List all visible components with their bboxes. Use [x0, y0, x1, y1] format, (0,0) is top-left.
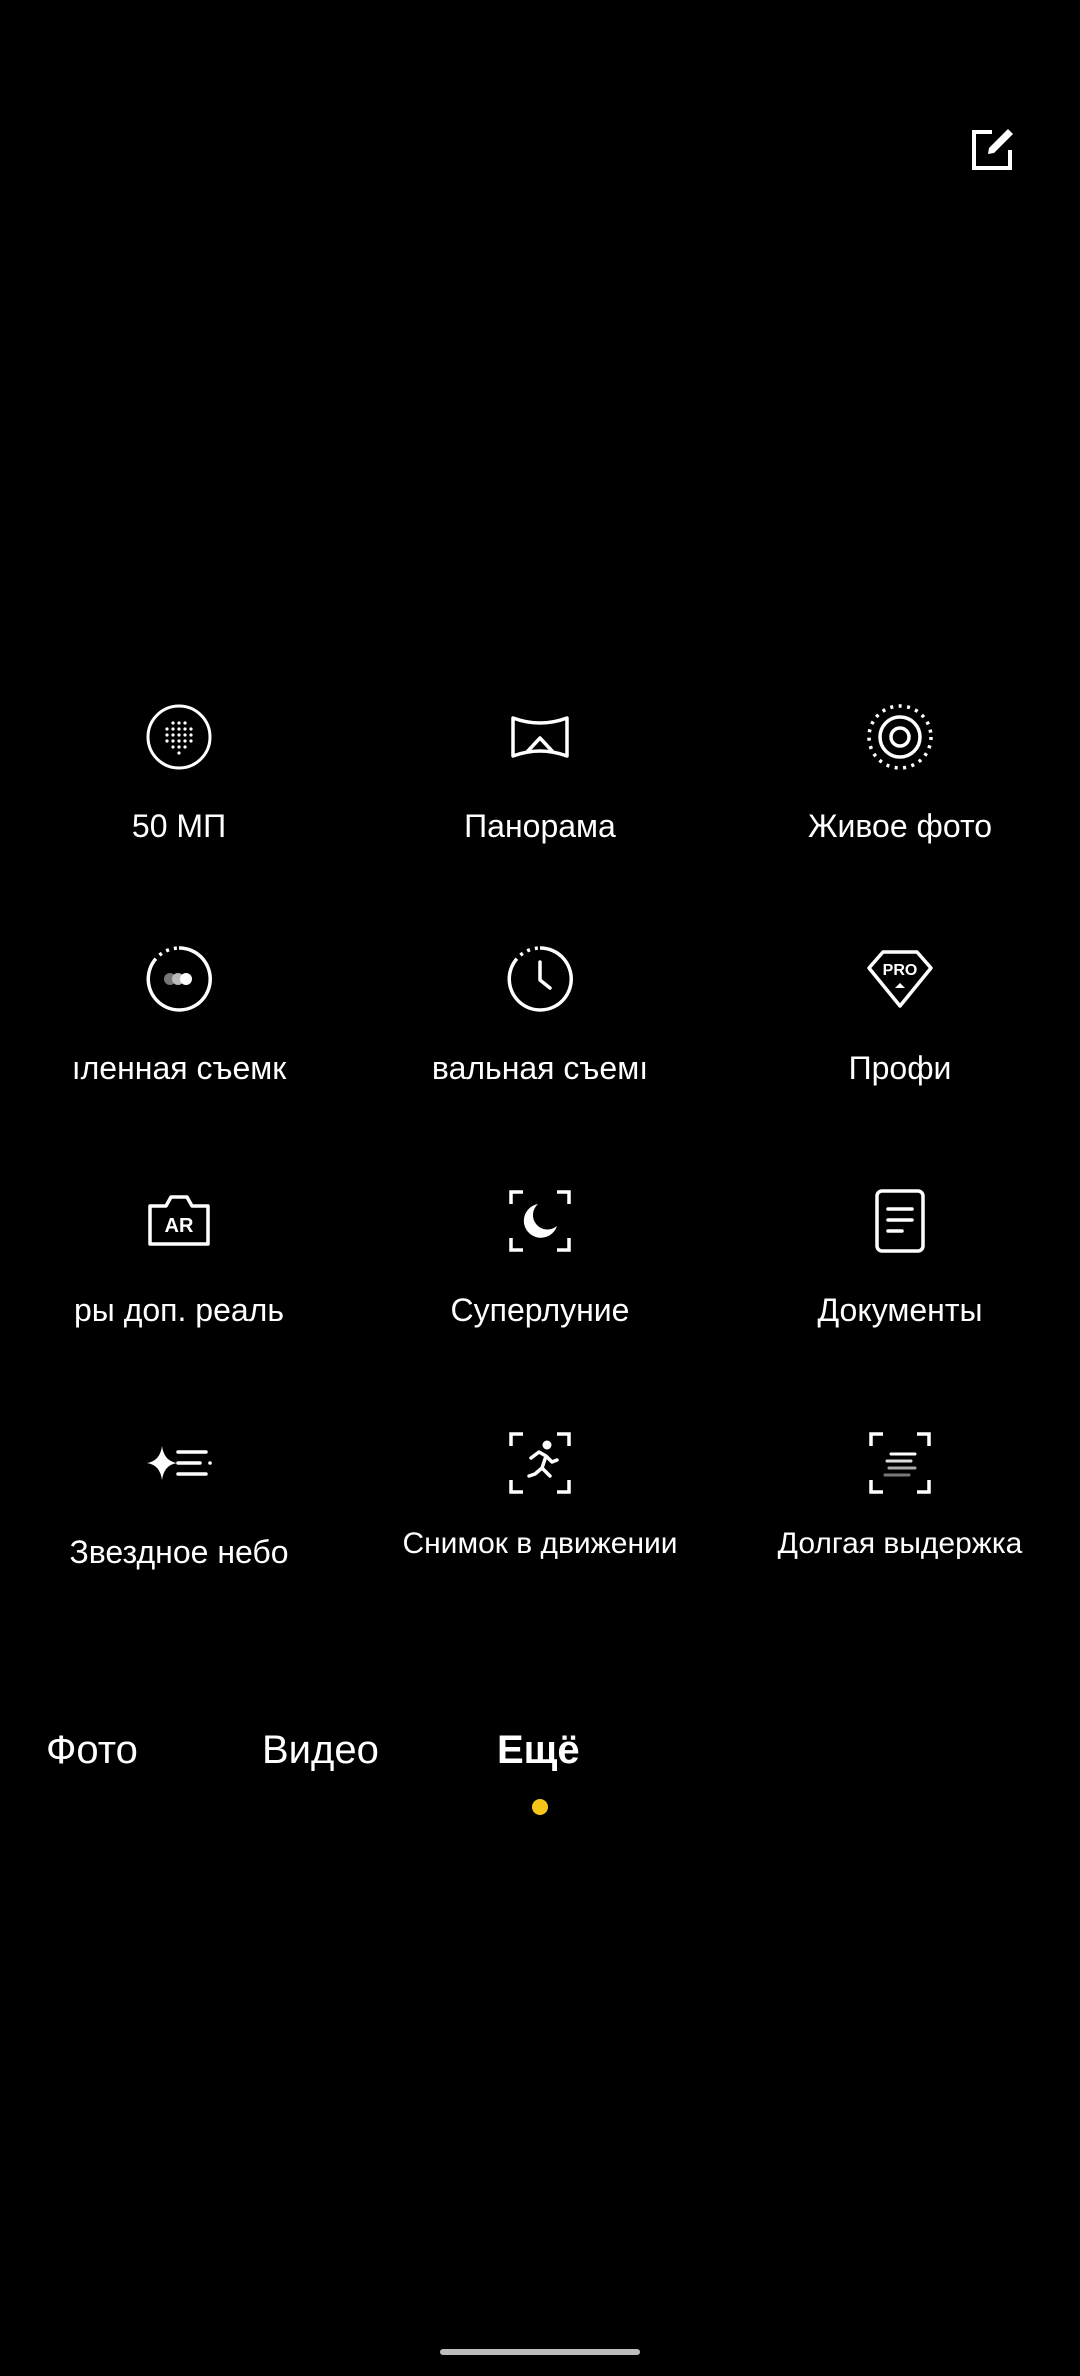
pro-icon: PRO [865, 944, 935, 1014]
mode-documents[interactable]: Документы [750, 1164, 1050, 1394]
mode-slow-motion[interactable]: ıленная съемк [29, 922, 329, 1152]
mode-motion-shot[interactable]: Снимок в движении [390, 1406, 690, 1636]
edit-modes-button[interactable] [960, 118, 1024, 182]
mode-panorama[interactable]: Панорама [390, 680, 690, 910]
mode-label: Долгая выдержка [777, 1527, 1023, 1560]
mode-time-lapse[interactable]: вальная съемı [390, 922, 690, 1152]
long-exposure-icon [865, 1428, 935, 1498]
mode-label: ры доп. реаль [74, 1292, 284, 1328]
mode-starry-sky[interactable]: Звездное небо [29, 1406, 329, 1636]
live-photo-icon [865, 702, 935, 772]
gesture-nav-handle[interactable] [440, 2349, 640, 2355]
ar-camera-icon: AR [144, 1186, 214, 1256]
mode-row: Звездное небо Снимок в движении Долгая в… [0, 1406, 1080, 1648]
mode-label: Снимок в движении [402, 1527, 678, 1560]
slow-motion-icon [144, 944, 214, 1014]
dotted-sphere-icon [144, 702, 214, 772]
mode-row: AR ры доп. реаль Суперлуние Документы [0, 1164, 1080, 1406]
mode-pro[interactable]: PRO Профи [750, 922, 1050, 1152]
super-moon-icon [505, 1186, 575, 1256]
svg-text:AR: AR [165, 1215, 194, 1237]
mode-50mp[interactable]: 50 МП [29, 680, 329, 910]
tab-video[interactable]: Видео [262, 1720, 379, 1780]
mode-label: Суперлуние [450, 1292, 630, 1328]
mode-label: Документы [817, 1292, 983, 1328]
tab-photo[interactable]: Фото [46, 1720, 138, 1780]
tab-more[interactable]: Ещё [497, 1720, 580, 1780]
active-tab-indicator [532, 1799, 548, 1815]
camera-more-modes-screen: 50 МП Панорама Живое фото ıленная съемк … [0, 0, 1080, 2376]
starry-sky-icon [144, 1428, 214, 1498]
time-lapse-icon [505, 944, 575, 1014]
mode-label: Звездное небо [69, 1534, 289, 1570]
edit-icon [972, 129, 1013, 170]
mode-label: Профи [848, 1050, 952, 1086]
mode-ar[interactable]: AR ры доп. реаль [29, 1164, 329, 1394]
mode-live-photo[interactable]: Живое фото [750, 680, 1050, 910]
panorama-icon [505, 702, 575, 772]
mode-label: Панорама [464, 808, 616, 844]
camera-mode-tabs: Фото Видео Ещё [0, 1720, 1080, 1830]
motion-shot-icon [505, 1428, 575, 1498]
mode-label: 50 МП [131, 808, 227, 844]
mode-row: ıленная съемк вальная съемı PRO Профи [0, 922, 1080, 1164]
mode-long-exposure[interactable]: Долгая выдержка [750, 1406, 1050, 1636]
mode-super-moon[interactable]: Суперлуние [390, 1164, 690, 1394]
svg-text:PRO: PRO [883, 962, 918, 979]
document-icon [865, 1186, 935, 1256]
mode-row: 50 МП Панорама Живое фото [0, 680, 1080, 922]
mode-grid: 50 МП Панорама Живое фото ıленная съемк … [0, 680, 1080, 1648]
mode-label: ıленная съемк [71, 1050, 287, 1086]
mode-label: Живое фото [807, 808, 993, 844]
mode-label: вальная съемı [431, 1050, 649, 1086]
